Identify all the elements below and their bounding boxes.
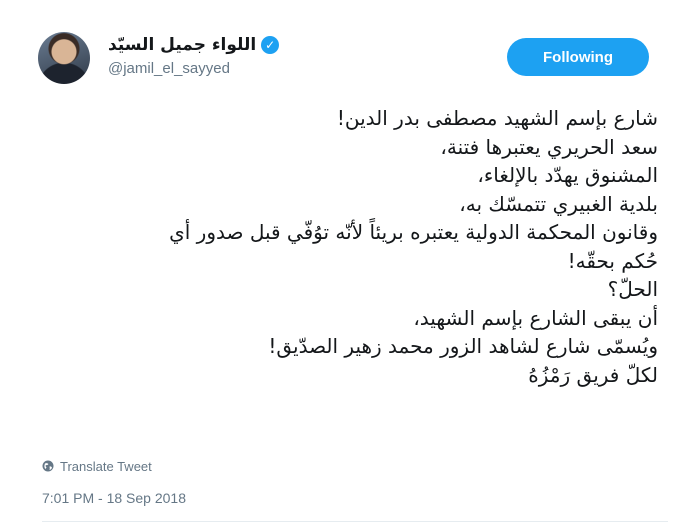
tweet-line: أن يبقى الشارع بإسم الشهيد، <box>413 305 658 330</box>
tweet-line: وقانون المحكمة الدولية يعتبره بريئاً لأن… <box>169 220 658 244</box>
tweet-line: ويُسمّى شارع لشاهد الزور محمد زهير الصدّ… <box>268 334 658 358</box>
display-name[interactable]: اللواء جميل السيّد <box>108 35 256 55</box>
user-info[interactable]: اللواء جميل السيّد ✓ @jamil_el_sayyed <box>108 30 308 84</box>
user-handle[interactable]: @jamil_el_sayyed <box>108 60 230 77</box>
display-name-row[interactable]: اللواء جميل السيّد ✓ <box>108 32 280 58</box>
tweet-line: الحلّ؟ <box>607 277 658 301</box>
tweet-timestamp[interactable]: 7:01 PM - 18 Sep 2018 <box>42 490 186 506</box>
tweet-line: بلدية الغبيري تتمسّك به، <box>459 191 658 216</box>
globe-icon <box>42 460 54 472</box>
tweet-line: لكلّ فريق رَمْزُهُ <box>528 362 658 387</box>
following-button[interactable]: Following <box>507 38 649 76</box>
translate-tweet-link[interactable]: Translate Tweet <box>42 457 152 475</box>
divider <box>42 521 668 522</box>
tweet-line: حُكم بحقّه! <box>567 248 658 273</box>
tweet-text: شارع بإسم الشهيد مصطفى بدر الدين! سعد ال… <box>30 104 658 389</box>
tweet-line: المشنوق يهدّد بالإلغاء، <box>477 163 658 187</box>
translate-label[interactable]: Translate Tweet <box>60 459 152 474</box>
avatar[interactable] <box>38 32 90 84</box>
tweet-line: شارع بإسم الشهيد مصطفى بدر الدين! <box>336 106 658 130</box>
verified-badge-icon: ✓ <box>261 36 280 54</box>
tweet-header: اللواء جميل السيّد ✓ @jamil_el_sayyed Fo… <box>38 30 668 90</box>
tweet-line: سعد الحريري يعتبرها فتنة، <box>440 134 658 159</box>
